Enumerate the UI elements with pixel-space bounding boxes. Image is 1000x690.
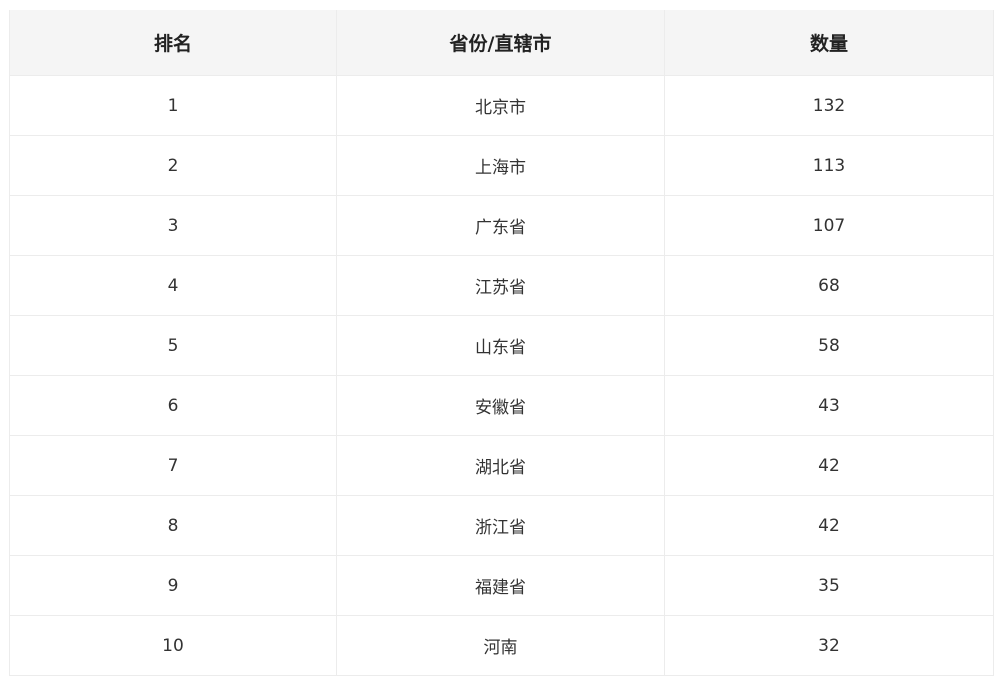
table-row: 4 江苏省 68 [9,255,994,316]
table-row: 3 广东省 107 [9,195,994,256]
count-cell: 113 [664,135,994,196]
province-cell: 福建省 [336,555,665,616]
count-cell: 58 [664,315,994,376]
rank-cell: 4 [9,255,337,316]
header-row: 排名 省份/直辖市 数量 [9,10,994,76]
province-cell: 上海市 [336,135,665,196]
rank-cell: 5 [9,315,337,376]
province-cell: 河南 [336,615,665,676]
header-province: 省份/直辖市 [336,10,665,76]
count-cell: 42 [664,495,994,556]
header-rank: 排名 [9,10,337,76]
province-cell: 安徽省 [336,375,665,436]
table-header: 排名 省份/直辖市 数量 [9,10,994,76]
rank-cell: 10 [9,615,337,676]
table-row: 5 山东省 58 [9,315,994,376]
rank-cell: 3 [9,195,337,256]
rank-cell: 9 [9,555,337,616]
rank-cell: 1 [9,75,337,136]
province-cell: 广东省 [336,195,665,256]
province-cell: 湖北省 [336,435,665,496]
table-body: 1 北京市 132 2 上海市 113 3 广东省 107 4 江苏省 68 5 [9,75,994,676]
rank-cell: 2 [9,135,337,196]
count-cell: 35 [664,555,994,616]
rank-cell: 7 [9,435,337,496]
table-row: 8 浙江省 42 [9,495,994,556]
ranking-table: 排名 省份/直辖市 数量 1 北京市 132 2 上海市 113 3 广东省 1… [9,10,994,676]
count-cell: 68 [664,255,994,316]
rank-cell: 6 [9,375,337,436]
table-row: 2 上海市 113 [9,135,994,196]
count-cell: 132 [664,75,994,136]
table-row: 9 福建省 35 [9,555,994,616]
province-cell: 浙江省 [336,495,665,556]
table-row: 7 湖北省 42 [9,435,994,496]
province-cell: 江苏省 [336,255,665,316]
table-row: 10 河南 32 [9,615,994,676]
rank-cell: 8 [9,495,337,556]
table-row: 6 安徽省 43 [9,375,994,436]
count-cell: 107 [664,195,994,256]
count-cell: 43 [664,375,994,436]
count-cell: 42 [664,435,994,496]
province-cell: 北京市 [336,75,665,136]
province-cell: 山东省 [336,315,665,376]
count-cell: 32 [664,615,994,676]
table-row: 1 北京市 132 [9,75,994,136]
header-count: 数量 [664,10,994,76]
ranking-table-container: 排名 省份/直辖市 数量 1 北京市 132 2 上海市 113 3 广东省 1… [9,10,994,676]
